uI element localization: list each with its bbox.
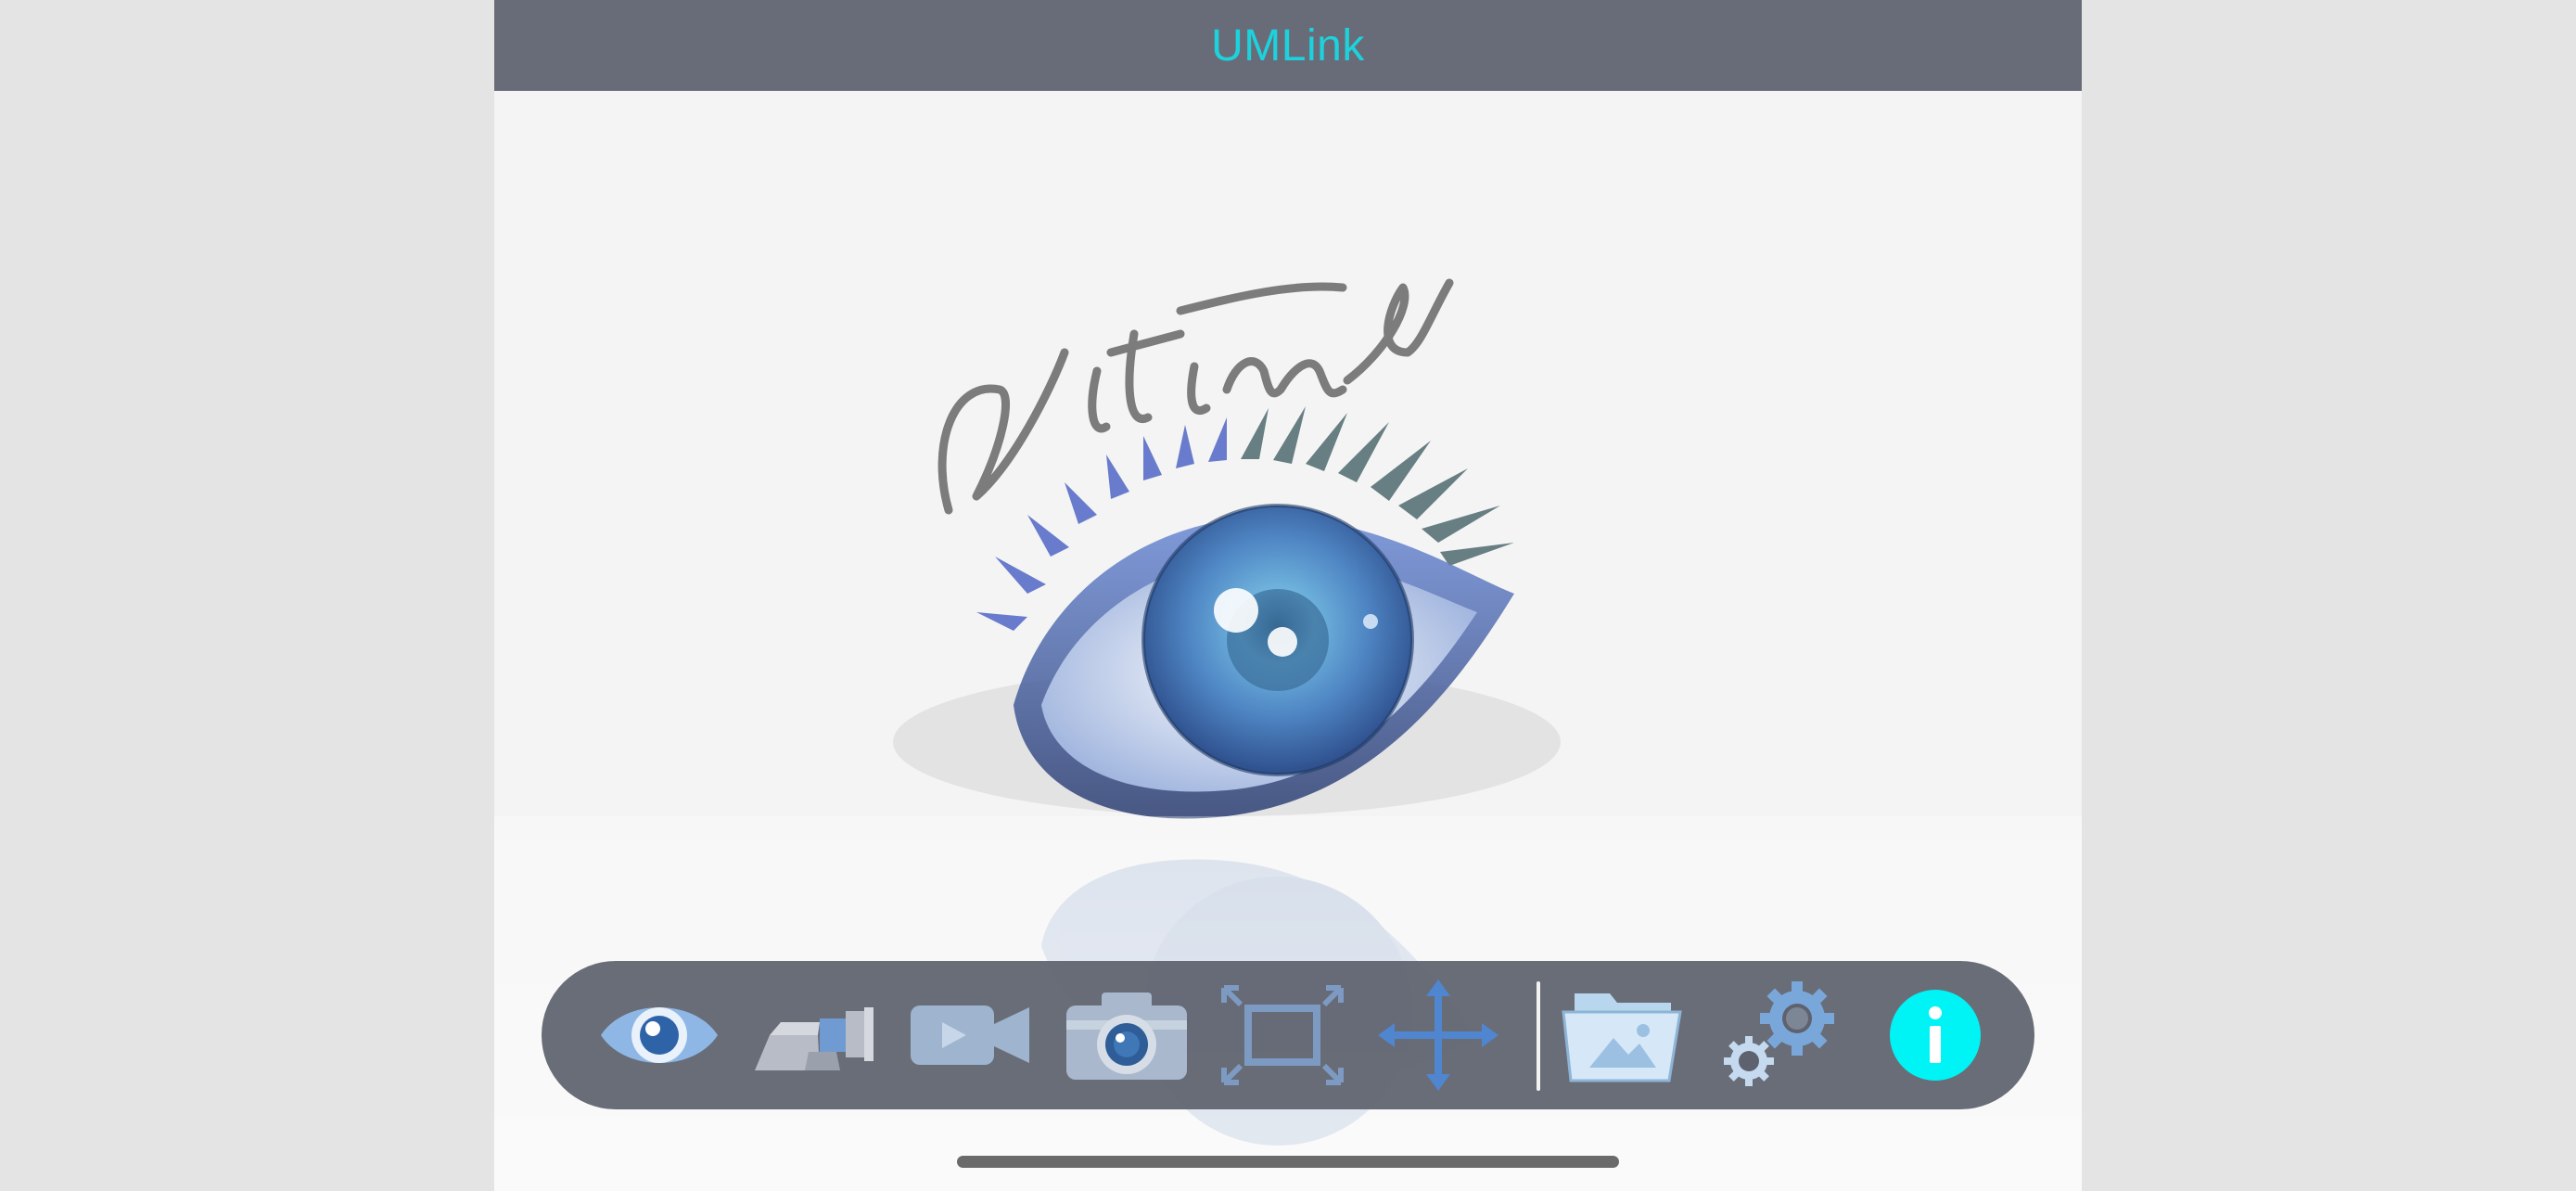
microscope-button[interactable]: [753, 974, 877, 1096]
gallery-button[interactable]: [1562, 974, 1686, 1096]
fullscreen-icon: [1221, 985, 1344, 1085]
fullscreen-button[interactable]: [1220, 974, 1345, 1096]
photo-folder-icon: [1562, 993, 1682, 1082]
title-bar: UMLink: [494, 0, 2082, 91]
record-video-button[interactable]: [909, 974, 1033, 1096]
app-title: UMLink: [1211, 20, 1365, 70]
info-icon: [1890, 990, 1981, 1081]
settings-button[interactable]: [1717, 974, 1842, 1096]
info-button[interactable]: [1873, 974, 1997, 1096]
home-indicator[interactable]: [957, 1156, 1619, 1168]
capture-photo-button[interactable]: [1065, 974, 1189, 1096]
video-camera-icon: [911, 1005, 1029, 1065]
move-arrows-icon: [1378, 980, 1498, 1091]
move-button[interactable]: [1376, 974, 1500, 1096]
camera-icon: [1066, 992, 1187, 1080]
microscope-icon: [755, 1007, 874, 1070]
right-margin: [2082, 0, 2576, 1191]
live-view-button[interactable]: [597, 974, 721, 1096]
left-margin: [0, 0, 494, 1191]
eye-icon: [601, 1007, 718, 1063]
toolbar-divider: [1537, 981, 1540, 1091]
gear-icon: [1724, 981, 1834, 1086]
toolbar: [542, 961, 2034, 1109]
